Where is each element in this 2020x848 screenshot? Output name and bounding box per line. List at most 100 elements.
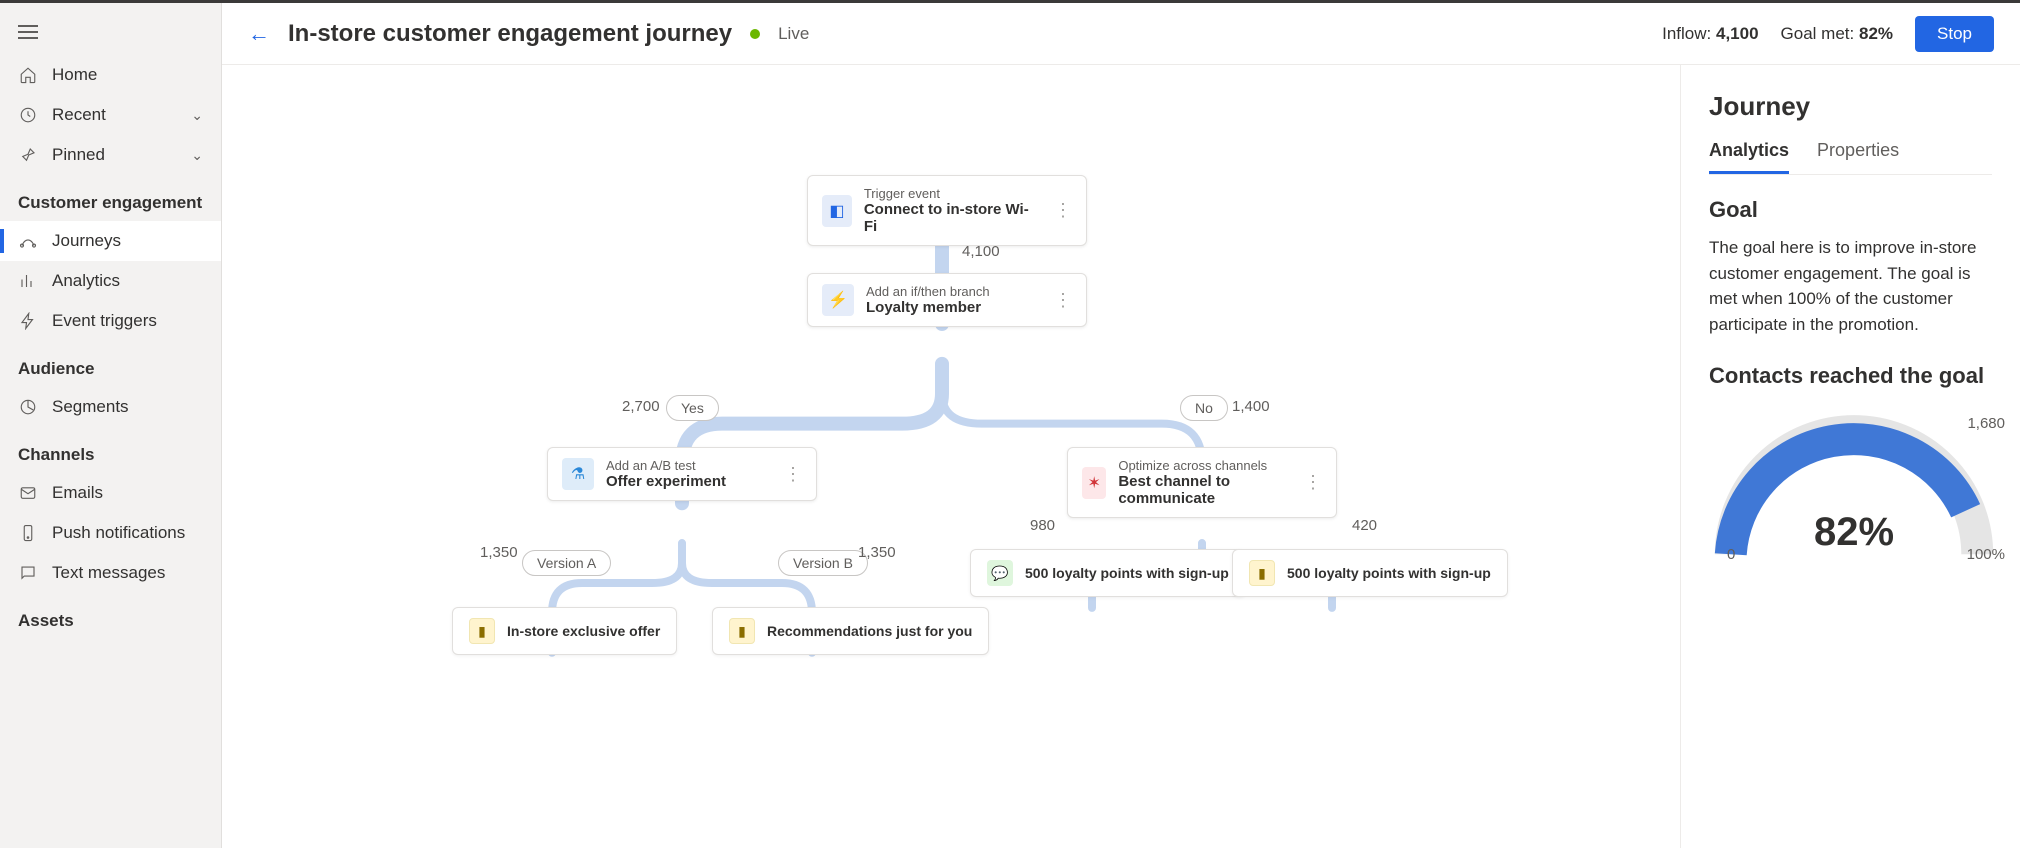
count-no: 1,400: [1232, 398, 1270, 415]
tab-properties[interactable]: Properties: [1817, 140, 1899, 174]
nav-home[interactable]: Home: [0, 55, 221, 95]
count-opt-right: 420: [1352, 517, 1377, 534]
gauge-max: 100%: [1967, 546, 2005, 563]
journeys-icon: [18, 231, 38, 251]
nav-event-triggers[interactable]: Event triggers: [0, 301, 221, 341]
nav-text-messages[interactable]: Text messages: [0, 553, 221, 593]
node-leaf-a[interactable]: ▮ In-store exclusive offer: [452, 607, 677, 655]
node-sub: Add an if/then branch: [866, 284, 990, 299]
nav-label: Home: [52, 65, 97, 85]
node-branch[interactable]: ⚡ Add an if/then branch Loyalty member ⋮: [807, 273, 1087, 327]
node-leaf-b[interactable]: ▮ Recommendations just for you: [712, 607, 989, 655]
more-icon[interactable]: ⋮: [772, 464, 802, 485]
panel-tabs: Analytics Properties: [1709, 140, 1992, 175]
back-arrow-icon[interactable]: ←: [248, 21, 270, 47]
section-channels: Channels: [0, 427, 221, 473]
points-icon: 💬: [987, 560, 1013, 586]
more-icon[interactable]: ⋮: [1292, 472, 1322, 493]
gauge-min: 0: [1727, 546, 1735, 563]
hamburger-menu[interactable]: [0, 15, 221, 55]
section-audience: Audience: [0, 341, 221, 387]
nav-recent[interactable]: Recent ⌄: [0, 95, 221, 135]
more-icon[interactable]: ⋮: [1042, 290, 1072, 311]
nav-label: Pinned: [52, 145, 105, 165]
gauge-value: 82%: [1814, 510, 1894, 555]
node-title: In-store exclusive offer: [507, 623, 660, 639]
node-leaf-d[interactable]: ▮ 500 loyalty points with sign-up: [1232, 549, 1508, 597]
count-trigger: 4,100: [962, 243, 1000, 260]
nav-push-notifications[interactable]: Push notifications: [0, 513, 221, 553]
nav-label: Emails: [52, 483, 103, 503]
count-yes: 2,700: [622, 398, 660, 415]
trigger-icon: [18, 311, 38, 331]
pill-yes: Yes: [666, 395, 719, 421]
nav-emails[interactable]: Emails: [0, 473, 221, 513]
bolt-icon: ⚡: [822, 284, 854, 316]
tab-analytics[interactable]: Analytics: [1709, 140, 1789, 174]
goal-metric: Goal met: 82%: [1781, 24, 1893, 44]
optimize-icon: ✶: [1082, 467, 1106, 499]
gauge-reached: 1,680: [1967, 415, 2005, 432]
nav-journeys[interactable]: Journeys: [0, 221, 221, 261]
node-trigger[interactable]: ◧ Trigger event Connect to in-store Wi-F…: [807, 175, 1087, 246]
node-title: 500 loyalty points with sign-up: [1287, 565, 1491, 581]
more-icon[interactable]: ⋮: [1042, 200, 1072, 221]
nav-label: Analytics: [52, 271, 120, 291]
pill-version-b: Version B: [778, 550, 868, 576]
node-leaf-c[interactable]: 💬 500 loyalty points with sign-up: [970, 549, 1246, 597]
node-title: Recommendations just for you: [767, 623, 972, 639]
inflow-metric: Inflow: 4,100: [1662, 24, 1758, 44]
offer-icon: ▮: [469, 618, 495, 644]
pin-icon: [18, 145, 38, 165]
count-vb: 1,350: [858, 544, 896, 561]
node-optimize[interactable]: ✶ Optimize across channels Best channel …: [1067, 447, 1337, 518]
node-title: 500 loyalty points with sign-up: [1025, 565, 1229, 581]
count-opt-left: 980: [1030, 517, 1055, 534]
nav-label: Text messages: [52, 563, 165, 583]
page-title: In-store customer engagement journey: [288, 20, 732, 48]
nav-label: Journeys: [52, 231, 121, 251]
email-icon: [18, 483, 38, 503]
analytics-icon: [18, 271, 38, 291]
goal-heading: Goal: [1709, 197, 1992, 223]
stop-button[interactable]: Stop: [1915, 16, 1994, 52]
sidebar: Home Recent ⌄ Pinned ⌄ Customer engageme…: [0, 3, 222, 848]
section-customer-engagement: Customer engagement: [0, 175, 221, 221]
offer-icon: ▮: [729, 618, 755, 644]
trigger-event-icon: ◧: [822, 195, 852, 227]
sms-icon: [18, 563, 38, 583]
journey-panel: Journey Analytics Properties Goal The go…: [1680, 65, 2020, 848]
nav-label: Segments: [52, 397, 129, 417]
pill-no: No: [1180, 395, 1228, 421]
push-icon: [18, 523, 38, 543]
goal-text: The goal here is to improve in-store cus…: [1709, 235, 1992, 337]
nav-segments[interactable]: Segments: [0, 387, 221, 427]
count-va: 1,350: [480, 544, 518, 561]
panel-heading: Journey: [1709, 91, 1992, 122]
nav-label: Recent: [52, 105, 106, 125]
chevron-down-icon: ⌄: [191, 147, 203, 164]
section-assets: Assets: [0, 593, 221, 639]
nav-analytics[interactable]: Analytics: [0, 261, 221, 301]
status-text: Live: [778, 24, 809, 44]
node-title: Offer experiment: [606, 473, 726, 490]
nav-label: Push notifications: [52, 523, 185, 543]
clock-icon: [18, 105, 38, 125]
node-sub: Add an A/B test: [606, 458, 726, 473]
nav-pinned[interactable]: Pinned ⌄: [0, 135, 221, 175]
nav-label: Event triggers: [52, 311, 157, 331]
node-ab-test[interactable]: ⚗ Add an A/B test Offer experiment ⋮: [547, 447, 817, 501]
node-title: Loyalty member: [866, 299, 990, 316]
pill-version-a: Version A: [522, 550, 611, 576]
segments-icon: [18, 397, 38, 417]
topbar: ← In-store customer engagement journey L…: [222, 3, 2020, 65]
chevron-down-icon: ⌄: [191, 107, 203, 124]
ab-test-icon: ⚗: [562, 458, 594, 490]
node-title: Best channel to communicate: [1118, 473, 1280, 507]
status-dot: [750, 29, 760, 39]
node-sub: Optimize across channels: [1118, 458, 1280, 473]
journey-canvas[interactable]: ◧ Trigger event Connect to in-store Wi-F…: [222, 65, 1680, 848]
chart-heading: Contacts reached the goal: [1709, 363, 1992, 389]
home-icon: [18, 65, 38, 85]
points-icon: ▮: [1249, 560, 1275, 586]
